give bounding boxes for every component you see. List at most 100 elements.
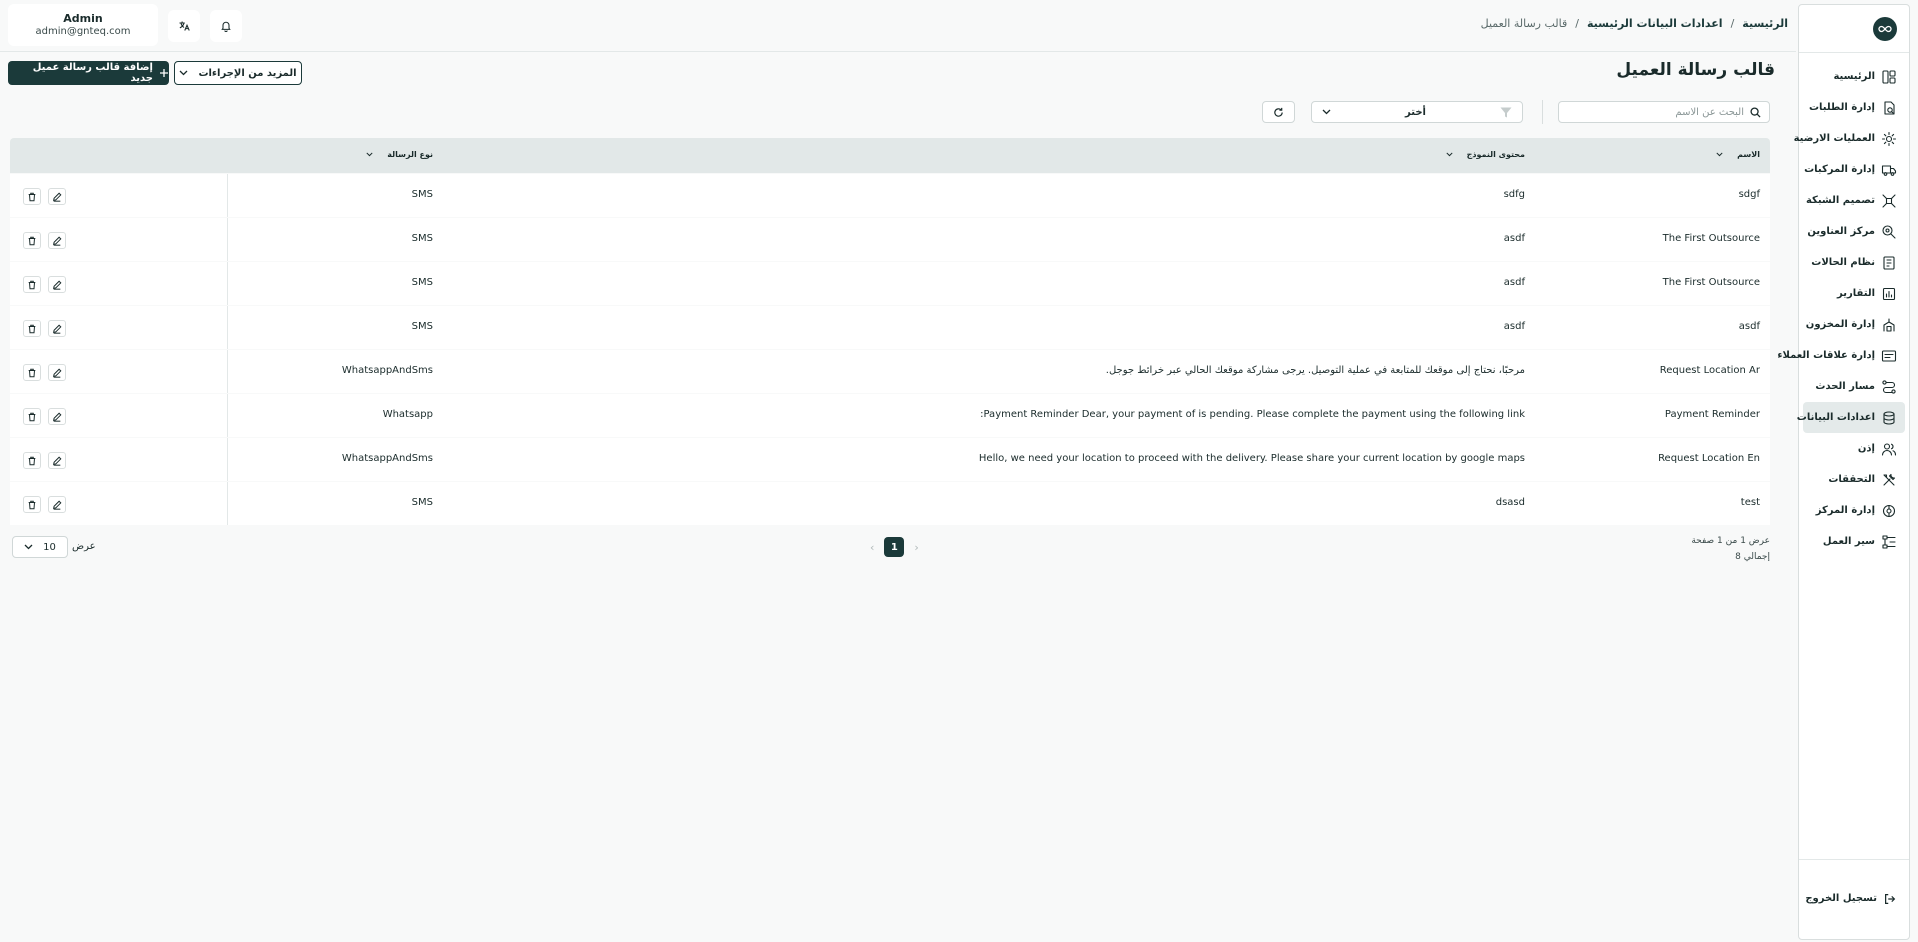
sidebar-item-ground-ops[interactable]: العمليات الارضية	[1794, 123, 1905, 154]
sidebar-item-label: إدارة المركبات	[1804, 164, 1875, 175]
sidebar-item-users[interactable]: إذن	[1803, 433, 1905, 464]
filter-select[interactable]: أختر	[1311, 101, 1523, 123]
page-title: قالب رسالة العميل	[1616, 60, 1775, 80]
table-row[interactable]: Request Location En Hello, we need your l…	[10, 438, 1770, 481]
sidebar-item-route[interactable]: مسار الحدث	[1803, 371, 1905, 402]
table-row[interactable]: The First Outsource asdf SMS	[10, 218, 1770, 261]
cell-name: Request Location Ar	[1659, 365, 1760, 376]
delete-button[interactable]	[23, 408, 41, 425]
table-header: الاسم محتوى النموذج نوع الرسالة	[10, 138, 1770, 173]
sidebar-item-status[interactable]: نظام الحالات	[1803, 247, 1905, 278]
sidebar-item-address[interactable]: مركز العناوين	[1803, 216, 1905, 247]
more-actions-label: المزيد من الإجراءات	[198, 67, 297, 79]
edit-button[interactable]	[48, 452, 66, 469]
sidebar-item-reports[interactable]: التقارير	[1803, 278, 1905, 309]
chevron-right-icon[interactable]: ›	[914, 541, 918, 554]
breadcrumb: الرئيسية / اعدادات البيانات الرئيسية / ق…	[1481, 17, 1788, 30]
table-row[interactable]: Request Location Ar .مرحبًا، نحتاج إلى مو…	[10, 350, 1770, 393]
trash-icon	[27, 280, 37, 290]
table-row[interactable]: The First Outsource asdf SMS	[10, 262, 1770, 305]
chevron-down-icon	[179, 70, 188, 76]
chevron-down-icon	[1322, 109, 1331, 115]
table-row[interactable]: test dsasd SMS	[10, 482, 1770, 525]
edit-button[interactable]	[48, 276, 66, 293]
cell-name: Request Location En	[1658, 453, 1760, 464]
trash-icon	[27, 192, 37, 202]
breadcrumb-home[interactable]: الرئيسية	[1742, 17, 1788, 30]
cell-content: asdf	[1503, 321, 1525, 332]
edit-button[interactable]	[48, 320, 66, 337]
edit-button[interactable]	[48, 496, 66, 513]
orders-icon	[1881, 100, 1897, 116]
table-body: sdgf sdfg SMS The First Outsource asdf SMS The…	[10, 174, 1770, 525]
sidebar-item-inventory[interactable]: إدارة المخزون	[1803, 309, 1905, 340]
row-divider	[227, 174, 228, 217]
sidebar-item-label: مسار الحدث	[1815, 381, 1875, 392]
sidebar: الرئيسية إدارة الطلبات العمليات الارضية إدا…	[1777, 4, 1910, 940]
page-size-select[interactable]: 10	[12, 536, 68, 558]
delete-button[interactable]	[23, 232, 41, 249]
cell-type: Whatsapp	[382, 409, 433, 420]
column-header-content[interactable]: محتوى النموذج	[1446, 150, 1525, 159]
notifications-button[interactable]	[210, 10, 242, 42]
sidebar-item-label: نظام الحالات	[1811, 257, 1875, 268]
sidebar-item-database[interactable]: اعدادات البيانات	[1797, 402, 1905, 433]
translate-icon	[178, 20, 190, 32]
sidebar-item-tools[interactable]: التحققات	[1803, 464, 1905, 495]
delete-button[interactable]	[23, 452, 41, 469]
column-header-name[interactable]: الاسم	[1716, 150, 1760, 159]
sidebar-item-hub[interactable]: إدارة المركز	[1803, 495, 1905, 526]
edit-button[interactable]	[48, 188, 66, 205]
sidebar-item-network[interactable]: تصميم الشبكة	[1803, 185, 1905, 216]
cell-content: .مرحبًا، نحتاج إلى موقعك للمتابعة في عمل…	[1105, 365, 1525, 376]
address-icon	[1881, 224, 1897, 240]
delete-button[interactable]	[23, 364, 41, 381]
pencil-icon	[52, 280, 62, 290]
sidebar-item-truck[interactable]: إدارة المركبات	[1803, 154, 1905, 185]
more-actions-button[interactable]: المزيد من الإجراءات	[174, 61, 302, 85]
table-row[interactable]: asdf asdf SMS	[10, 306, 1770, 349]
column-header-type[interactable]: نوع الرسالة	[366, 150, 433, 159]
filter-divider	[1542, 100, 1543, 124]
add-template-button[interactable]: إضافة قالب رسالة عميل جديد	[8, 61, 169, 85]
edit-button[interactable]	[48, 232, 66, 249]
sidebar-item-crm[interactable]: إدارة علاقات العملاء	[1777, 340, 1905, 371]
cell-type: SMS	[411, 189, 433, 200]
language-button[interactable]	[168, 10, 200, 42]
row-divider	[227, 394, 228, 437]
app-logo-icon[interactable]	[1873, 16, 1897, 41]
logout-button[interactable]: تسجيل الخروج	[1799, 859, 1909, 915]
sidebar-item-orders[interactable]: إدارة الطلبات	[1803, 92, 1905, 123]
pencil-icon	[52, 368, 62, 378]
cell-content: Hello, we need your location to proceed …	[978, 453, 1525, 464]
edit-button[interactable]	[48, 364, 66, 381]
table-row[interactable]: Payment Reminder:Payment Reminder Dear, …	[10, 394, 1770, 437]
sidebar-nav: الرئيسية إدارة الطلبات العمليات الارضية إدا…	[1777, 53, 1909, 557]
delete-button[interactable]	[23, 188, 41, 205]
sidebar-item-label: إدارة المركز	[1815, 505, 1875, 516]
delete-button[interactable]	[23, 320, 41, 337]
inventory-icon	[1881, 317, 1897, 333]
user-card[interactable]: Admin admin@gnteq.com	[8, 4, 158, 46]
cell-content: sdfg	[1503, 189, 1525, 200]
pagination-current-page[interactable]: 1	[884, 537, 905, 557]
sidebar-item-dashboard[interactable]: الرئيسية	[1803, 61, 1905, 92]
breadcrumb-master-data[interactable]: اعدادات البيانات الرئيسية	[1587, 17, 1723, 30]
edit-button[interactable]	[48, 408, 66, 425]
bell-icon	[220, 20, 232, 32]
route-icon	[1881, 379, 1897, 395]
column-type-label: نوع الرسالة	[387, 150, 433, 159]
filter-select-value: أختر	[1405, 106, 1426, 118]
table-row[interactable]: sdgf sdfg SMS	[10, 174, 1770, 217]
chevron-down-icon	[1446, 152, 1453, 157]
workflow-icon	[1881, 534, 1897, 550]
search-input[interactable]	[1574, 106, 1744, 118]
delete-button[interactable]	[23, 496, 41, 513]
chevron-left-icon[interactable]: ‹	[870, 541, 874, 554]
delete-button[interactable]	[23, 276, 41, 293]
page-count: عرض 1 من 1 صفحة	[1691, 536, 1770, 546]
sidebar-item-workflow[interactable]: سير العمل	[1803, 526, 1905, 557]
refresh-button[interactable]	[1262, 101, 1295, 123]
row-divider	[227, 350, 228, 393]
cell-name: test	[1740, 497, 1760, 508]
